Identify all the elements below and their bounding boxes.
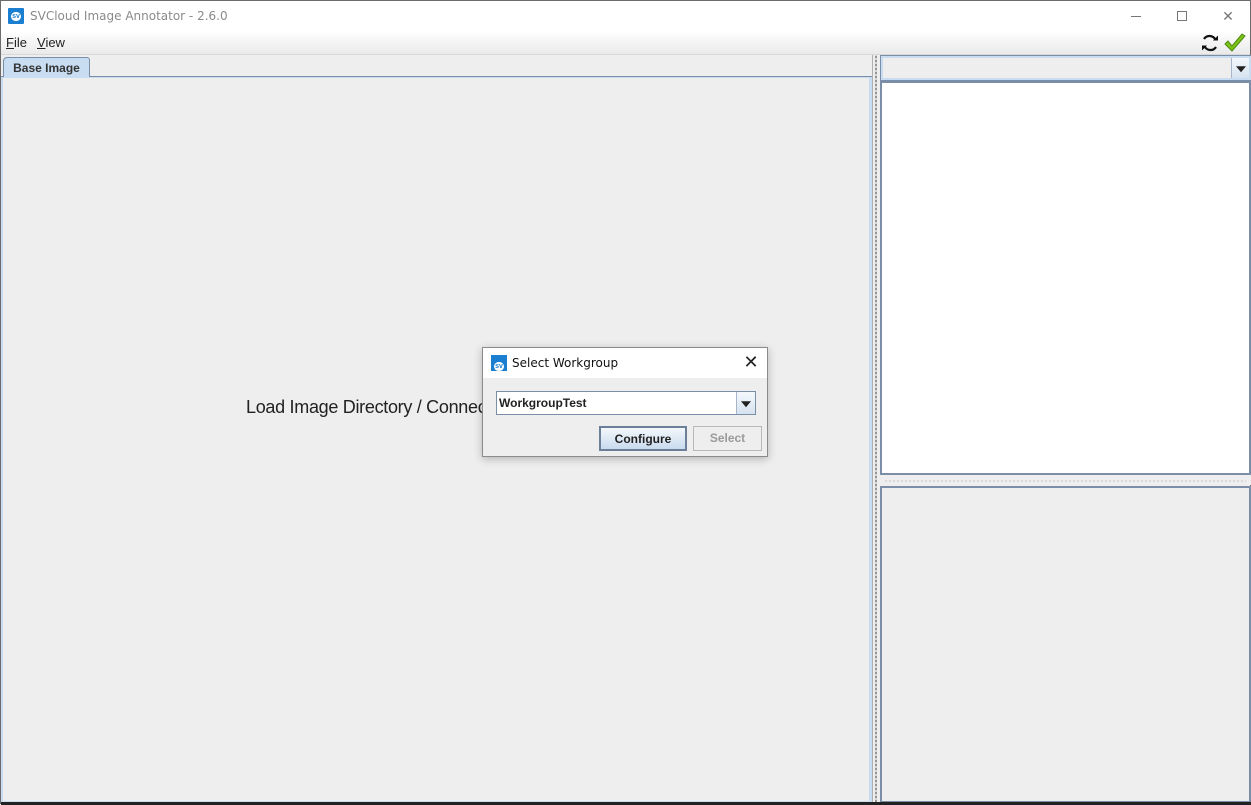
close-button[interactable]: ✕ xyxy=(1205,1,1251,31)
menu-view[interactable]: View xyxy=(37,35,65,50)
side-panel-combo[interactable] xyxy=(880,55,1251,81)
menu-file-mnemonic: F xyxy=(6,35,14,50)
dialog-close-button[interactable]: ✕ xyxy=(741,353,761,373)
tab-strip: Base Image xyxy=(1,55,872,78)
workgroup-combo[interactable] xyxy=(496,391,756,415)
workgroup-dropdown-button[interactable] xyxy=(736,392,755,414)
empty-state-message: Load Image Directory / Connect xyxy=(246,397,492,417)
maximize-button[interactable] xyxy=(1159,1,1205,31)
workgroup-input[interactable] xyxy=(498,393,736,413)
select-button[interactable]: Select xyxy=(693,426,762,451)
maximize-icon xyxy=(1177,11,1187,21)
minimize-button[interactable] xyxy=(1113,1,1159,31)
properties-pane xyxy=(880,486,1251,803)
menu-file-label: ile xyxy=(13,35,27,50)
chevron-down-icon xyxy=(741,401,751,408)
title-bar: sv SVCloud Image Annotator - 2.6.0 ✕ xyxy=(1,1,1250,31)
app-window: sv SVCloud Image Annotator - 2.6.0 ✕ Fil… xyxy=(0,0,1251,805)
configure-button[interactable]: Configure xyxy=(599,426,687,451)
horizontal-split-divider[interactable] xyxy=(880,475,1251,485)
side-panel xyxy=(880,55,1251,805)
menu-bar: File View xyxy=(1,31,1250,55)
tab-base-image[interactable]: Base Image xyxy=(3,57,90,78)
menu-file[interactable]: File xyxy=(6,35,27,50)
app-logo-icon: sv xyxy=(491,355,507,371)
annotation-list[interactable] xyxy=(880,81,1251,475)
menu-view-label: iew xyxy=(45,35,65,50)
side-panel-combo-button[interactable] xyxy=(1231,58,1249,78)
window-title: SVCloud Image Annotator - 2.6.0 xyxy=(30,9,228,23)
select-workgroup-dialog: sv Select Workgroup ✕ Configure Select xyxy=(482,347,768,457)
close-icon: ✕ xyxy=(1222,7,1234,24)
vertical-split-divider[interactable] xyxy=(872,55,880,805)
checkmark-icon[interactable] xyxy=(1223,32,1247,54)
dialog-title: Select Workgroup xyxy=(512,356,619,370)
dialog-title-bar: sv Select Workgroup ✕ xyxy=(483,348,767,378)
close-icon: ✕ xyxy=(743,352,759,372)
app-logo-icon: sv xyxy=(8,8,24,24)
refresh-icon[interactable] xyxy=(1200,33,1220,53)
minimize-icon xyxy=(1131,15,1141,17)
chevron-down-icon xyxy=(1235,66,1246,73)
